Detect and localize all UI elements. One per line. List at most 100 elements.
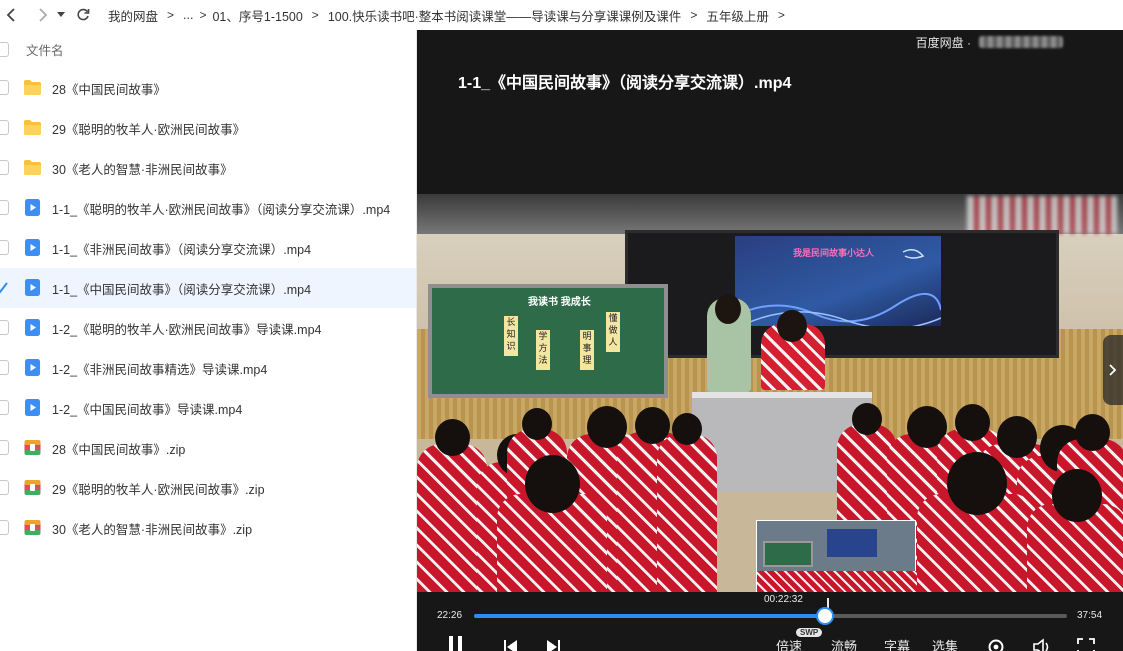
- progress-bar[interactable]: [474, 609, 1067, 623]
- breadcrumb-item[interactable]: 我的网盘: [108, 6, 158, 25]
- speed-button[interactable]: 倍速: [776, 636, 802, 651]
- row-checkbox[interactable]: [0, 80, 9, 95]
- student-head: [672, 413, 702, 445]
- row-checkbox[interactable]: [0, 320, 9, 335]
- row-checkbox[interactable]: [0, 400, 9, 415]
- next-file-button[interactable]: [1103, 335, 1123, 405]
- folder-icon: [24, 120, 41, 135]
- subtitle-button[interactable]: 字幕: [884, 636, 910, 651]
- breadcrumb-separator: >: [199, 8, 207, 22]
- breadcrumb: 我的网盘 > ... > 01、序号1-1500 > 100.快乐读书吧·整本书…: [108, 6, 794, 25]
- preview-students: [757, 571, 917, 592]
- next-button[interactable]: [545, 639, 561, 651]
- refresh-button[interactable]: [72, 0, 94, 30]
- file-type-icon: [23, 398, 42, 417]
- select-all-checkbox[interactable]: [0, 42, 9, 57]
- quality-button[interactable]: 流畅: [831, 636, 857, 651]
- row-checkbox[interactable]: [0, 480, 9, 495]
- fullscreen-button[interactable]: [1077, 638, 1095, 651]
- file-type-icon: [23, 438, 42, 457]
- hover-time-tooltip: 00:22:32: [764, 594, 803, 605]
- blackboard: 我读书 我成长 长知识 学方法 明事理 懂做人: [428, 284, 668, 398]
- episodes-button[interactable]: 选集: [932, 636, 958, 651]
- settings-button[interactable]: [987, 638, 1005, 651]
- breadcrumb-item[interactable]: 01、序号1-1500: [212, 6, 302, 25]
- forward-button[interactable]: [32, 0, 54, 30]
- student-figure: [657, 434, 717, 592]
- row-checkbox[interactable]: [0, 280, 9, 295]
- row-checkbox[interactable]: [0, 240, 9, 255]
- file-name: 1-1_《非洲民间故事》（阅读分享交流课）.mp4: [52, 242, 312, 257]
- pause-button[interactable]: [447, 636, 465, 651]
- video-file-icon: [25, 399, 40, 416]
- row-checkbox[interactable]: [0, 200, 9, 215]
- video-file-icon: [25, 239, 40, 256]
- video-file-icon: [25, 199, 40, 216]
- video-frame[interactable]: 我是民间故事小达人 我读书 我成长 长知识 学方法 明事理 懂做人: [417, 194, 1123, 592]
- chevron-left-icon: [6, 8, 15, 22]
- file-row[interactable]: 28《中国民间故事》: [0, 68, 416, 108]
- breadcrumb-separator: >: [690, 8, 698, 22]
- volume-button[interactable]: [1032, 638, 1052, 651]
- file-row[interactable]: 1-2_《非洲民间故事精选》导读课.mp4: [0, 348, 416, 388]
- file-row[interactable]: 30《老人的智慧·非洲民间故事》.zip: [0, 508, 416, 548]
- student-head: [852, 403, 882, 435]
- progress-fill: [474, 614, 825, 618]
- preview-board: [763, 541, 813, 567]
- breadcrumb-item[interactable]: 100.快乐读书吧·整本书阅读课堂——导读课与分享课课例及课件: [328, 6, 682, 25]
- pause-icon: [449, 636, 462, 651]
- hover-time-marker: [827, 598, 829, 608]
- player-topbar: 百度网盘 ·: [417, 30, 1123, 54]
- row-checkbox[interactable]: [0, 520, 9, 535]
- file-row[interactable]: 1-1_《非洲民间故事》（阅读分享交流课）.mp4: [0, 228, 416, 268]
- refresh-icon: [77, 8, 90, 21]
- zip-file-icon: [24, 480, 41, 495]
- file-row[interactable]: 29《聪明的牧羊人·欧洲民间故事》.zip: [0, 468, 416, 508]
- file-row[interactable]: 1-1_《中国民间故事》（阅读分享交流课）.mp4: [0, 268, 416, 308]
- breadcrumb-separator: >: [311, 8, 319, 22]
- previous-button[interactable]: [503, 639, 519, 651]
- file-row[interactable]: 30《老人的智慧·非洲民间故事》: [0, 148, 416, 188]
- breadcrumb-separator: >: [167, 8, 175, 22]
- file-name: 1-1_《中国民间故事》（阅读分享交流课）.mp4: [52, 282, 312, 297]
- student-head: [522, 408, 552, 440]
- file-type-icon: [23, 118, 42, 137]
- file-type-icon: [23, 318, 42, 337]
- file-name: 29《聪明的牧羊人·欧洲民间故事》: [52, 122, 246, 137]
- row-checkbox[interactable]: [0, 160, 9, 175]
- history-dropdown[interactable]: [54, 0, 68, 30]
- teacher-head: [715, 294, 741, 324]
- row-checkbox[interactable]: [0, 440, 9, 455]
- file-name: 1-2_《中国民间故事》导读课.mp4: [52, 402, 243, 417]
- breadcrumb-item[interactable]: 五年级上册: [706, 6, 769, 25]
- current-time: 22:26: [437, 610, 463, 621]
- skip-next-icon: [547, 640, 560, 651]
- file-name: 1-2_《聪明的牧羊人·欧洲民间故事》导读课.mp4: [52, 322, 322, 337]
- column-header-filename[interactable]: 文件名: [26, 40, 64, 59]
- file-row[interactable]: 1-2_《中国民间故事》导读课.mp4: [0, 388, 416, 428]
- file-name: 29《聪明的牧羊人·欧洲民间故事》.zip: [52, 482, 265, 497]
- row-checkbox[interactable]: [0, 360, 9, 375]
- check-icon: [0, 282, 8, 294]
- caret-down-icon: [57, 12, 65, 17]
- file-type-icon: [23, 358, 42, 377]
- board-card: 长知识: [504, 316, 518, 356]
- board-card: 懂做人: [606, 312, 620, 352]
- file-list-panel: 文件名 28《中国民间故事》 29《聪明的牧羊人·欧洲民间故事》 30《老人的智慧·…: [0, 30, 417, 651]
- file-row[interactable]: 1-2_《聪明的牧羊人·欧洲民间故事》导读课.mp4: [0, 308, 416, 348]
- file-row[interactable]: 29《聪明的牧羊人·欧洲民间故事》: [0, 108, 416, 148]
- progress-handle[interactable]: [817, 609, 832, 623]
- student-head: [435, 419, 470, 456]
- row-checkbox[interactable]: [0, 120, 9, 135]
- projected-slide: 我是民间故事小达人: [735, 236, 941, 326]
- fullscreen-icon: [1077, 638, 1095, 651]
- back-button[interactable]: [0, 0, 22, 30]
- file-row[interactable]: 28《中国民间故事》.zip: [0, 428, 416, 468]
- breadcrumb-item[interactable]: ...: [183, 8, 193, 22]
- student-head: [955, 404, 990, 441]
- chevron-right-icon: [39, 8, 48, 22]
- file-row[interactable]: 1-1_《聪明的牧羊人·欧洲民间故事》（阅读分享交流课）.mp4: [0, 188, 416, 228]
- file-name: 30《老人的智慧·非洲民间故事》.zip: [52, 522, 253, 537]
- folder-icon: [24, 160, 41, 175]
- file-list-header: 文件名: [0, 30, 416, 68]
